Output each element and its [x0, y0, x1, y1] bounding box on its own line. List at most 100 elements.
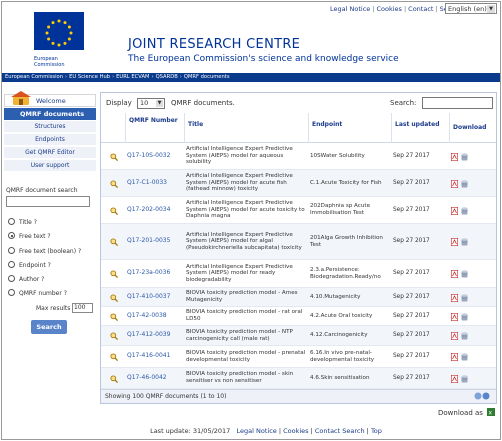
database-icon[interactable]: [461, 206, 468, 215]
site-title: JOINT RESEARCH CENTRE: [128, 37, 301, 52]
header-qmrf-number[interactable]: QMRF Number: [125, 113, 184, 143]
qmrf-number-cell[interactable]: Q17-C1-0033: [125, 170, 184, 196]
qmrf-number-cell[interactable]: Q17-201-0035: [125, 224, 184, 259]
database-icon[interactable]: [461, 152, 468, 161]
breadcrumb-item[interactable]: EURL ECVAM: [116, 74, 149, 80]
ec-logo[interactable]: [34, 12, 84, 56]
table-row[interactable]: Q17-412-0039 BIOVIA toxicity prediction m…: [101, 326, 496, 346]
database-icon[interactable]: [461, 293, 468, 302]
pdf-icon[interactable]: [451, 374, 458, 383]
contact-link[interactable]: Contact: [408, 5, 433, 13]
sidebar-item-qmrf-documents[interactable]: QMRF documents: [4, 108, 96, 120]
sidebar-item-get-editor[interactable]: Get QMRF Editor: [4, 147, 96, 159]
excel-icon[interactable]: x: [487, 408, 495, 416]
radio-qmrf-number[interactable]: [8, 289, 15, 296]
title-cell: BIOVIA toxicity prediction model - prena…: [186, 349, 306, 363]
magnifier-icon[interactable]: [110, 152, 118, 161]
qmrf-number-cell[interactable]: Q17-416-0041: [125, 346, 184, 367]
database-icon[interactable]: [461, 374, 468, 383]
page-size-select[interactable]: 10 ▼: [137, 98, 165, 109]
footer-top-link[interactable]: Top: [371, 427, 382, 435]
ec-logo-line2: Commission: [34, 62, 65, 68]
qmrf-number-cell[interactable]: Q17-42-0038: [125, 307, 184, 325]
radio-author[interactable]: [8, 275, 15, 282]
table-row[interactable]: Q17-10S-0032 Artificial Intelligence Expe…: [101, 143, 496, 170]
table-row[interactable]: Q17-C1-0033 Artificial Intelligence Exper…: [101, 170, 496, 197]
magnifier-icon[interactable]: [110, 332, 118, 340]
radio-endpoint-label: Endpoint ?: [19, 262, 51, 269]
qmrf-number-cell[interactable]: Q17-46-0042: [125, 368, 184, 388]
header-last-updated[interactable]: Last updated: [391, 113, 449, 143]
pdf-icon[interactable]: [451, 353, 458, 361]
radio-free-text-label: Free text ?: [19, 233, 51, 240]
database-icon[interactable]: [461, 332, 468, 340]
footer-legal-notice-link[interactable]: Legal Notice: [237, 427, 277, 435]
database-icon[interactable]: [461, 312, 468, 321]
database-icon[interactable]: [461, 270, 468, 278]
radio-free-text[interactable]: [8, 232, 15, 239]
pdf-icon[interactable]: [451, 238, 458, 246]
magnifier-icon[interactable]: [110, 293, 118, 302]
magnifier-icon[interactable]: [110, 270, 118, 278]
qmrf-number-cell[interactable]: Q17-10S-0032: [125, 143, 184, 169]
breadcrumb-item[interactable]: European Commission: [5, 74, 63, 80]
magnifier-icon[interactable]: [110, 179, 118, 188]
last-updated-cell: Sep 27 2017: [393, 206, 430, 213]
cookies-link[interactable]: Cookies: [377, 5, 402, 13]
breadcrumb-item[interactable]: QSARDB: [156, 74, 178, 80]
table-row[interactable]: Q17-416-0041 BIOVIA toxicity prediction m…: [101, 346, 496, 368]
breadcrumb-item[interactable]: EU Science Hub: [69, 74, 110, 80]
header-title[interactable]: Title: [184, 113, 308, 143]
database-icon[interactable]: [461, 179, 468, 188]
search-button[interactable]: Search: [31, 320, 67, 334]
qmrf-number-cell[interactable]: Q17-23a-0036: [125, 260, 184, 287]
qmrf-search-input[interactable]: [6, 196, 90, 207]
table-search-input[interactable]: [422, 97, 493, 109]
sidebar-item-endpoints[interactable]: Endpoints: [4, 134, 96, 146]
magnifier-icon[interactable]: [110, 312, 118, 321]
pdf-icon[interactable]: [451, 152, 458, 161]
table-row[interactable]: Q17-202-0034 Artificial Intelligence Expe…: [101, 197, 496, 224]
sidebar-item-structures[interactable]: Structures: [4, 121, 96, 133]
radio-title[interactable]: [8, 218, 15, 225]
pdf-icon[interactable]: [451, 270, 458, 278]
legal-notice-link[interactable]: Legal Notice: [330, 5, 370, 13]
max-results-input[interactable]: 100: [72, 303, 93, 313]
database-icon[interactable]: [461, 238, 468, 246]
qmrf-number-cell[interactable]: Q17-410-0037: [125, 288, 184, 306]
last-updated-cell: Sep 27 2017: [393, 238, 430, 245]
last-updated-cell: Sep 27 2017: [393, 270, 430, 277]
footer-cookies-link[interactable]: Cookies: [283, 427, 308, 435]
endpoint-cell: 6.16.In vivo pre-natal-developmental tox…: [310, 349, 375, 363]
language-select[interactable]: English (en) ▼: [445, 3, 497, 14]
table-row[interactable]: Q17-42-0038 BIOVIA toxicity prediction mo…: [101, 307, 496, 326]
endpoint-cell: 4.12.Carcinogenicity: [310, 332, 368, 339]
pdf-icon[interactable]: [451, 312, 458, 321]
radio-free-text-boolean[interactable]: [8, 247, 15, 254]
search-form-label: QMRF document search: [6, 187, 78, 194]
table-row[interactable]: Q17-46-0042 BIOVIA toxicity prediction mo…: [101, 368, 496, 389]
ec-logo-text: European Commission: [34, 56, 94, 68]
sidebar-item-user-support[interactable]: User support: [4, 160, 96, 172]
qmrf-number-cell[interactable]: Q17-412-0039: [125, 326, 184, 345]
radio-endpoint[interactable]: [8, 261, 15, 268]
pdf-icon[interactable]: [451, 332, 458, 340]
pdf-icon[interactable]: [451, 293, 458, 302]
magnifier-icon[interactable]: [110, 206, 118, 215]
table-row[interactable]: Q17-201-0035 Artificial Intelligence Expe…: [101, 224, 496, 260]
pdf-icon[interactable]: [451, 179, 458, 188]
header-endpoint[interactable]: Endpoint: [308, 113, 391, 143]
pagination-arrows[interactable]: [474, 392, 490, 400]
magnifier-icon[interactable]: [110, 238, 118, 246]
qmrf-number-cell[interactable]: Q17-202-0034: [125, 197, 184, 223]
table-row[interactable]: Q17-410-0037 BIOVIA toxicity prediction m…: [101, 288, 496, 307]
footer-search-link[interactable]: Search: [342, 427, 364, 435]
footer-contact-link[interactable]: Contact: [315, 427, 340, 435]
pdf-icon[interactable]: [451, 206, 458, 215]
magnifier-icon[interactable]: [110, 353, 118, 361]
sidebar-item-welcome[interactable]: Welcome: [4, 91, 96, 107]
breadcrumb-item: QMRF documents: [183, 74, 230, 80]
database-icon[interactable]: [461, 353, 468, 361]
table-row[interactable]: Q17-23a-0036 Artificial Intelligence Expe…: [101, 260, 496, 288]
magnifier-icon[interactable]: [110, 374, 118, 383]
